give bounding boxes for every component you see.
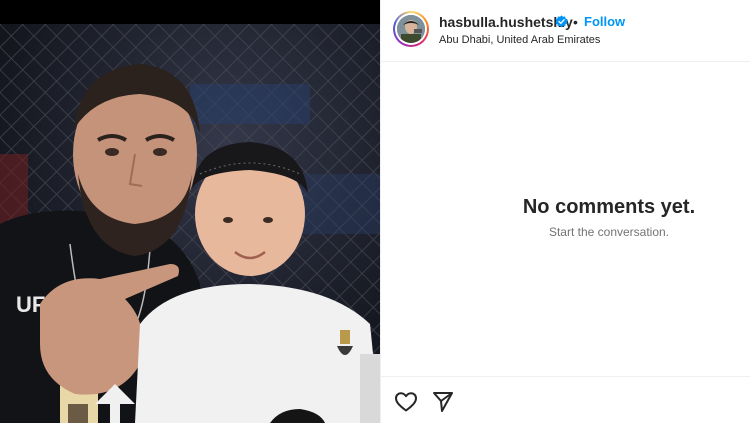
- heart-icon: [395, 392, 417, 412]
- separator-dot: •: [573, 14, 578, 30]
- media-letterbox: [0, 0, 380, 24]
- verified-badge-icon: [555, 15, 568, 28]
- paper-plane-icon: [433, 392, 453, 412]
- share-button[interactable]: [431, 390, 455, 414]
- avatar[interactable]: [395, 13, 427, 45]
- post-media[interactable]: UFC: [0, 0, 380, 423]
- post-side-panel: hasbulla.hushetskiy • Follow Abu Dhabi, …: [380, 0, 750, 423]
- empty-comments-subtitle: Start the conversation.: [548, 225, 670, 239]
- avatar-story-ring[interactable]: [393, 11, 429, 47]
- post-photo[interactable]: UFC: [0, 24, 380, 423]
- like-button[interactable]: [394, 390, 418, 414]
- location-link[interactable]: Abu Dhabi, United Arab Emirates: [439, 34, 600, 46]
- post-viewer: UFC hasbulla.hushetskiy • Follow Abu Dha…: [0, 0, 750, 423]
- post-action-bar: [381, 376, 750, 423]
- comments-empty-state: No comments yet. Start the conversation.: [381, 196, 750, 239]
- follow-button[interactable]: Follow: [584, 14, 625, 29]
- avatar-image: [397, 15, 425, 43]
- post-header: hasbulla.hushetskiy • Follow Abu Dhabi, …: [381, 0, 750, 62]
- empty-comments-title: No comments yet.: [522, 196, 696, 218]
- username-link[interactable]: hasbulla.hushetskiy: [439, 14, 573, 30]
